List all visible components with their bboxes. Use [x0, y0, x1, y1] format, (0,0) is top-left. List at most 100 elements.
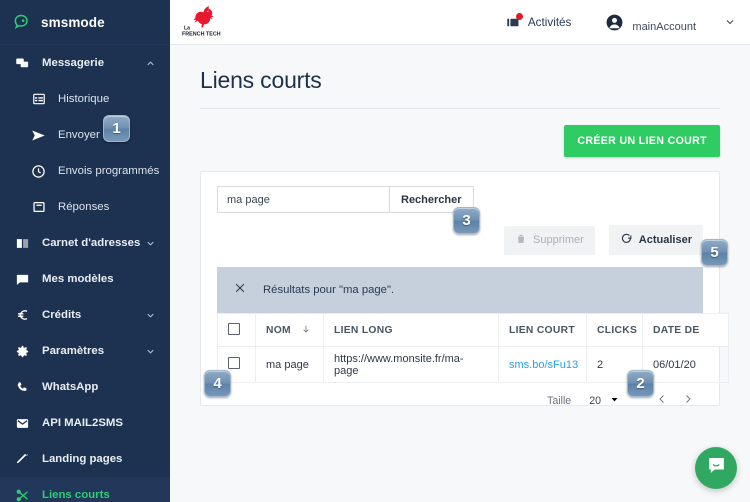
sidebar-item-label: Historique	[58, 93, 110, 105]
inbox-icon	[30, 199, 47, 216]
sidebar-item-credits[interactable]: Crédits	[0, 297, 170, 333]
select-all-checkbox[interactable]	[228, 322, 240, 335]
sidebar-item-envoyer[interactable]: Envoyer	[0, 117, 170, 153]
refresh-icon	[620, 232, 633, 248]
euro-icon	[14, 307, 31, 324]
account-menu[interactable]: mainAccount	[605, 11, 736, 33]
annotation-badge-2: 2	[627, 370, 654, 397]
sidebar-item-label: Messagerie	[42, 57, 105, 69]
sidebar-item-carnet-adresses[interactable]: Carnet d'adresses	[0, 225, 170, 261]
sidebar-item-parametres[interactable]: Paramètres	[0, 333, 170, 369]
sidebar-item-whatsapp[interactable]: WhatsApp	[0, 369, 170, 405]
short-link[interactable]: sms.bo/sFu13	[509, 359, 578, 371]
column-header-date[interactable]: DATE DE	[642, 313, 729, 347]
sidebar-item-label: Liens courts	[42, 489, 110, 501]
chevron-down-icon	[142, 238, 158, 249]
chat-launcher-button[interactable]	[695, 447, 737, 489]
sidebar-item-label: Landing pages	[42, 453, 123, 465]
brand[interactable]: smsmode	[0, 0, 170, 45]
sidebar-item-label: Envois programmés	[58, 165, 160, 177]
cell-lien-long: https://www.monsite.fr/ma-page	[323, 346, 499, 383]
main-area: La FRENCH TECH Activités mainAccount Lie…	[170, 0, 750, 502]
chevron-down-icon	[610, 395, 619, 407]
template-icon	[14, 271, 31, 288]
mail-icon	[14, 415, 31, 432]
activity-list-icon	[506, 12, 523, 30]
sidebar-item-landing-pages[interactable]: Landing pages	[0, 441, 170, 477]
clock-icon	[30, 163, 47, 180]
pencil-icon	[14, 451, 31, 468]
column-header-lien-court[interactable]: LIEN COURT	[498, 313, 587, 347]
sidebar-item-label: API MAIL2SMS	[42, 417, 124, 429]
sidebar-item-messagerie[interactable]: Messagerie	[0, 45, 170, 81]
app-root: smsmode Messagerie Historique Envoyer En…	[0, 0, 750, 502]
activities-button[interactable]: Activités	[506, 12, 572, 30]
chevron-down-icon	[142, 346, 158, 357]
annotation-badge-5: 5	[701, 239, 728, 266]
table-header-row: NOM LIEN LONG LIEN COURT CLICKS DATE DE	[217, 313, 729, 347]
sidebar-item-envois-programmes[interactable]: Envois programmés	[0, 153, 170, 189]
gear-icon	[14, 343, 31, 360]
scissors-icon	[14, 487, 31, 502]
chevron-down-icon[interactable]	[724, 16, 736, 28]
column-label: NOM	[266, 324, 291, 336]
sidebar-item-api-mail2sms[interactable]: API MAIL2SMS	[0, 405, 170, 441]
column-header-lien-long[interactable]: LIEN LONG	[323, 313, 499, 347]
sidebar-item-label: Carnet d'adresses	[42, 237, 141, 249]
sidebar-nav: Messagerie Historique Envoyer Envois pro…	[0, 45, 170, 502]
search-results-alert: Résultats pour "ma page".	[217, 267, 703, 313]
table-icon	[30, 91, 47, 108]
phone-icon	[14, 379, 31, 396]
select-all-header	[217, 313, 256, 347]
refresh-label: Actualiser	[638, 234, 692, 246]
column-header-clicks[interactable]: CLICKS	[586, 313, 643, 347]
create-row: CRÉER UN LIEN COURT	[200, 125, 720, 157]
cell-date: 06/01/20	[642, 346, 729, 383]
account-name: mainAccount	[632, 21, 696, 33]
annotation-badge-4: 4	[204, 370, 231, 397]
page-size-label: Taille	[547, 394, 572, 407]
sidebar-item-label: Réponses	[58, 201, 110, 213]
sidebar-item-label: Paramètres	[42, 345, 105, 357]
delete-label: Supprimer	[533, 234, 584, 246]
sidebar-item-historique[interactable]: Historique	[0, 81, 170, 117]
brand-name: smsmode	[41, 14, 105, 30]
french-tech-rooster-logo: La FRENCH TECH	[178, 4, 224, 40]
sidebar-item-mes-modeles[interactable]: Mes modèles	[0, 261, 170, 297]
chevron-up-icon	[142, 58, 158, 69]
sidebar-item-label: Crédits	[42, 309, 82, 321]
next-page-button[interactable]	[675, 393, 701, 408]
activities-label: Activités	[527, 15, 572, 29]
user-avatar-icon	[605, 13, 624, 32]
chat-icon	[14, 55, 31, 72]
arrow-down-icon	[301, 324, 311, 337]
close-icon[interactable]	[233, 281, 247, 300]
trash-icon	[515, 233, 527, 248]
table-header: NOM LIEN LONG LIEN COURT CLICKS DATE DE	[217, 313, 729, 347]
refresh-button[interactable]: Actualiser	[608, 225, 703, 255]
cell-nom: ma page	[255, 346, 324, 383]
send-icon	[30, 127, 47, 144]
page-size-select[interactable]: 20	[589, 395, 619, 407]
alert-text: Résultats pour "ma page".	[263, 284, 395, 296]
page-title: Liens courts	[200, 67, 322, 93]
title-divider	[200, 108, 720, 109]
delete-button[interactable]: Supprimer	[504, 225, 595, 255]
topbar: La FRENCH TECH Activités mainAccount	[170, 0, 750, 45]
sidebar: smsmode Messagerie Historique Envoyer En…	[0, 0, 170, 502]
sidebar-item-label: Mes modèles	[42, 273, 114, 285]
sidebar-item-reponses[interactable]: Réponses	[0, 189, 170, 225]
create-short-link-button[interactable]: CRÉER UN LIEN COURT	[564, 125, 720, 157]
notification-dot	[515, 12, 523, 20]
page-content: Liens courts CRÉER UN LIEN COURT Recherc…	[170, 45, 750, 502]
row-checkbox[interactable]	[228, 357, 240, 369]
speech-bubble-icon	[12, 12, 32, 32]
prev-page-button[interactable]	[649, 393, 675, 408]
annotation-badge-3: 3	[453, 207, 480, 234]
column-header-nom[interactable]: NOM	[255, 313, 324, 347]
chevron-down-icon	[142, 310, 158, 321]
sidebar-item-liens-courts[interactable]: Liens courts	[0, 477, 170, 502]
chat-bubble-icon	[706, 455, 727, 481]
search-input[interactable]	[217, 186, 389, 213]
page-size-value: 20	[589, 394, 601, 407]
